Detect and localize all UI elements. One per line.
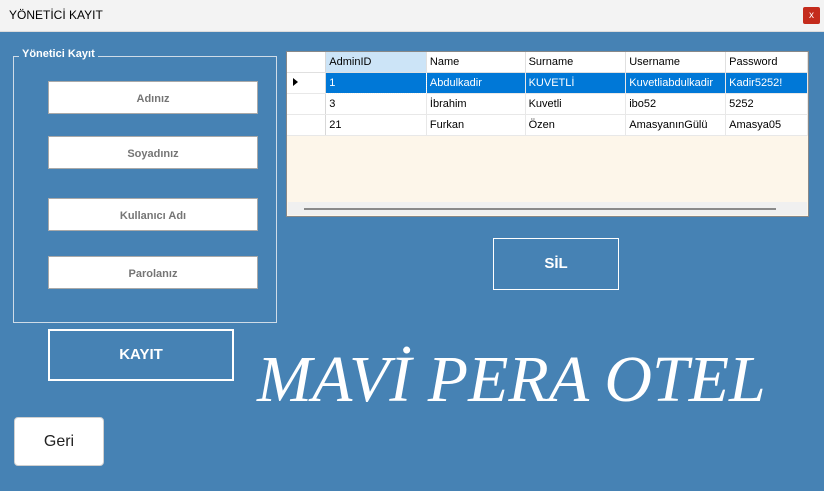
admin-register-window: YÖNETİCİ KAYIT x Yönetici Kayıt KAYIT Ad… xyxy=(0,0,824,491)
horizontal-scrollbar[interactable] xyxy=(288,202,807,215)
back-button[interactable]: Geri xyxy=(14,417,104,466)
save-button[interactable]: KAYIT xyxy=(48,329,234,381)
close-button[interactable]: x xyxy=(803,7,820,24)
grid-cell[interactable]: Abdulkadir xyxy=(426,72,526,94)
window-title: YÖNETİCİ KAYIT xyxy=(9,8,103,22)
table-row[interactable]: 3 İbrahim Kuvetli ibo52 5252 xyxy=(287,93,808,115)
row-header[interactable] xyxy=(287,93,327,115)
surname-input[interactable] xyxy=(48,136,258,169)
current-row-arrow-icon xyxy=(293,77,298,86)
grid-cell[interactable]: AmasyanınGülü xyxy=(625,114,727,136)
delete-button[interactable]: SİL xyxy=(493,238,619,290)
column-header-username[interactable]: Username xyxy=(625,52,727,73)
grid-cell[interactable]: Kadir5252! xyxy=(725,72,808,94)
title-bar: YÖNETİCİ KAYIT x xyxy=(0,0,824,32)
username-input[interactable] xyxy=(48,198,258,231)
group-title: Yönetici Kayıt xyxy=(19,48,98,60)
row-header-current[interactable] xyxy=(287,72,327,94)
grid-cell[interactable]: 1 xyxy=(325,71,427,94)
grid-cell[interactable]: 3 xyxy=(325,93,427,115)
password-input[interactable] xyxy=(48,256,258,289)
admin-data-grid[interactable]: AdminID Name Surname Username Password 1… xyxy=(286,51,809,217)
grid-cell[interactable]: Amasya05 xyxy=(725,114,808,136)
grid-cell[interactable]: KUVETLİ xyxy=(525,72,627,94)
grid-corner-header[interactable] xyxy=(287,52,327,73)
column-header-name[interactable]: Name xyxy=(426,52,526,73)
hotel-brand-title: MAVİ PERA OTEL xyxy=(257,343,766,416)
table-row[interactable]: 1 Abdulkadir KUVETLİ Kuvetliabdulkadir K… xyxy=(287,71,808,94)
column-header-adminid[interactable]: AdminID xyxy=(325,52,427,73)
column-header-password[interactable]: Password xyxy=(725,52,808,73)
row-header[interactable] xyxy=(287,114,327,136)
grid-cell[interactable]: Kuvetliabdulkadir xyxy=(625,72,727,94)
table-row[interactable]: 21 Furkan Özen AmasyanınGülü Amasya05 xyxy=(287,114,808,136)
grid-cell[interactable]: 21 xyxy=(325,114,427,136)
scrollbar-thumb[interactable] xyxy=(304,208,776,210)
name-input[interactable] xyxy=(48,81,258,114)
grid-header-row: AdminID Name Surname Username Password xyxy=(287,52,808,73)
grid-cell[interactable]: 5252 xyxy=(725,93,808,115)
grid-cell[interactable]: İbrahim xyxy=(426,93,526,115)
grid-cell[interactable]: Özen xyxy=(525,114,627,136)
grid-cell[interactable]: ibo52 xyxy=(625,93,727,115)
column-header-surname[interactable]: Surname xyxy=(525,52,627,73)
grid-cell[interactable]: Furkan xyxy=(426,114,526,136)
grid-cell[interactable]: Kuvetli xyxy=(525,93,627,115)
